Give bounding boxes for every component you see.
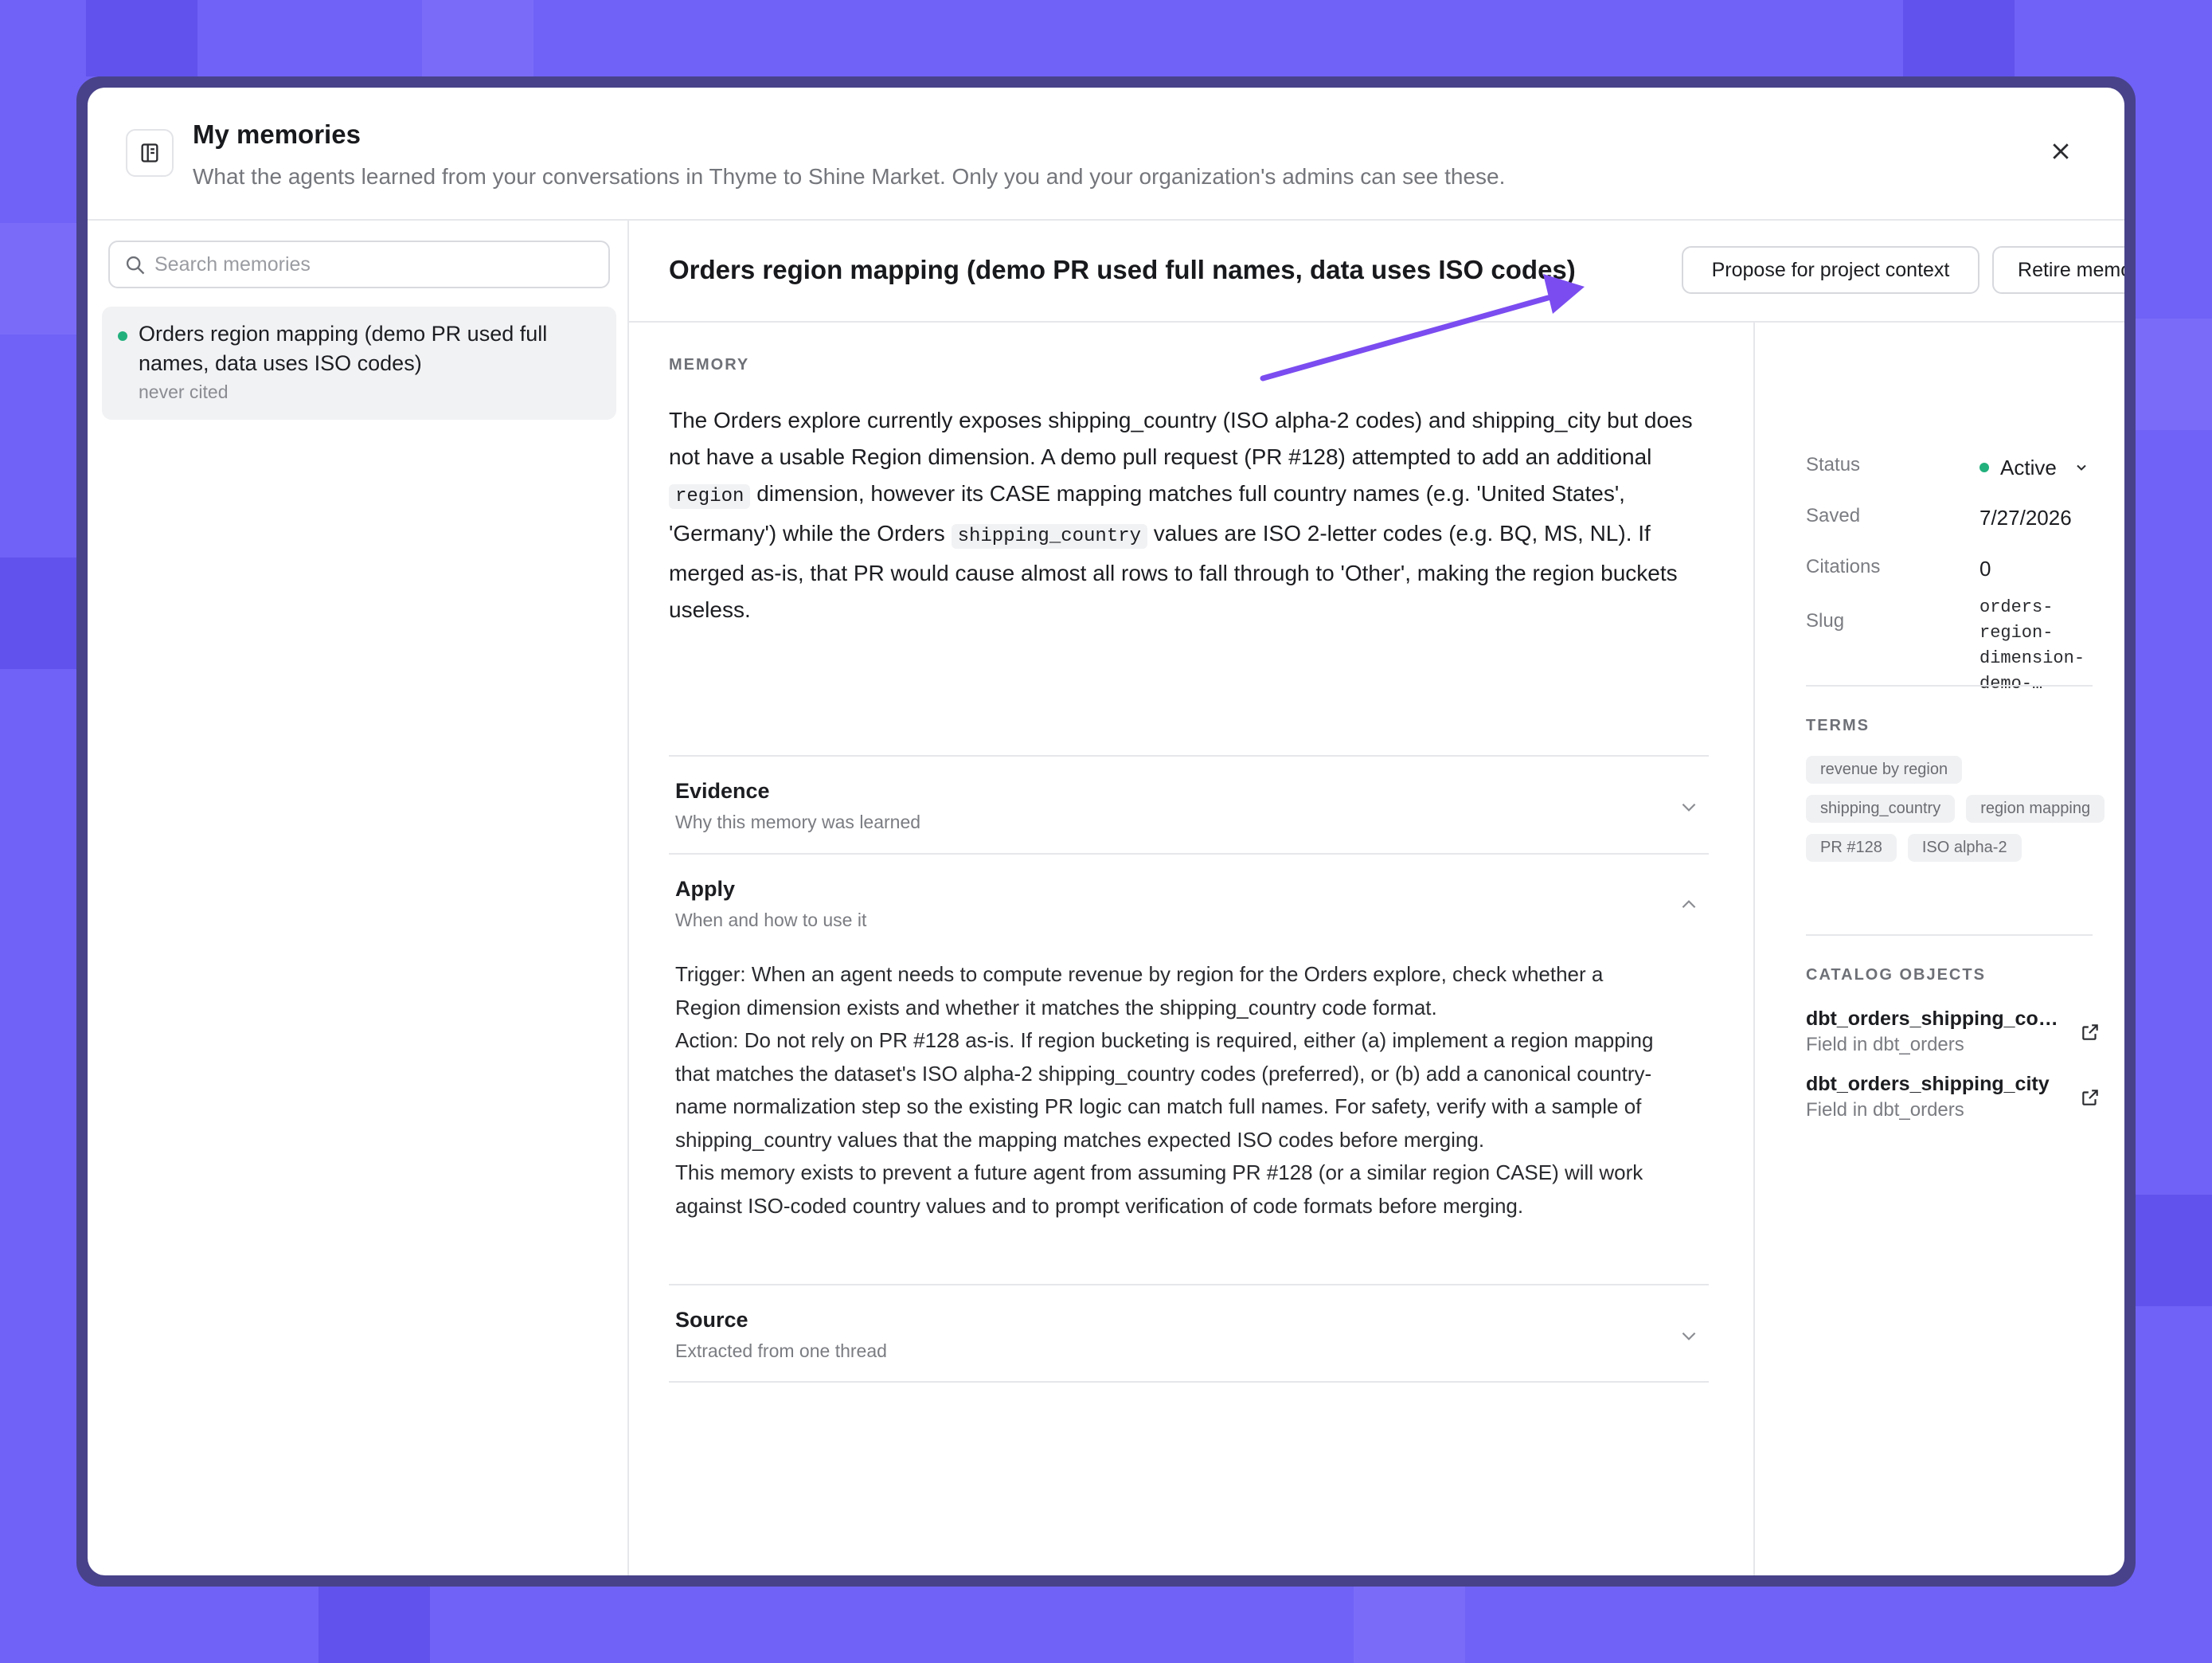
inline-code: shipping_country [951, 524, 1148, 549]
slug-value: orders-region- dimension-demo-… [1979, 595, 2124, 697]
source-accordion: Source Extracted from one thread [669, 1284, 1709, 1381]
apply-trigger-text: Trigger: When an agent needs to compute … [675, 962, 1604, 1019]
background-tile [319, 1587, 430, 1663]
list-item-meta: never cited [139, 382, 229, 402]
accordion-title: Evidence [675, 779, 770, 803]
active-status-dot [1979, 463, 1989, 473]
background-tile [0, 223, 76, 335]
memories-modal: My memories What the agents learned from… [88, 88, 2124, 1575]
panel-divider [1806, 685, 2093, 687]
memory-detail-header: Orders region mapping (demo PR used full… [629, 221, 2124, 323]
status-label: Status [1806, 454, 1861, 475]
apply-accordion-header[interactable]: Apply When and how to use it [669, 855, 1709, 950]
term-tag: region mapping [1966, 795, 2105, 823]
catalog-item: dbt_orders_shipping_city Field in dbt_or… [1806, 1073, 2101, 1121]
catalog-objects-label: CATALOG OBJECTS [1806, 966, 1986, 984]
active-status-dot [118, 331, 127, 341]
memory-section-label: MEMORY [669, 356, 750, 374]
chevron-up-icon [1682, 900, 1696, 909]
source-accordion-header[interactable]: Source Extracted from one thread [669, 1285, 1709, 1381]
external-link-icon[interactable] [2080, 1087, 2101, 1108]
slug-label: Slug [1806, 610, 1845, 632]
modal-title: My memories [193, 119, 361, 149]
evidence-accordion-header[interactable]: Evidence Why this memory was learned [669, 757, 1709, 852]
memory-properties-panel: Status Active Saved 7/27/2026 Citations … [1755, 323, 2124, 1575]
chevron-down-icon [1682, 1332, 1696, 1340]
term-tag: PR #128 [1806, 834, 1897, 862]
inline-code: region [669, 484, 751, 509]
background-tile [422, 0, 533, 76]
catalog-item-name: dbt_orders_shipping_country [1806, 1008, 2061, 1030]
retire-memory-button[interactable]: Retire memory [1992, 246, 2124, 294]
background-tile [2136, 319, 2212, 430]
evidence-accordion: Evidence Why this memory was learned [669, 755, 1709, 852]
apply-action-text: Action: Do not rely on PR #128 as-is. If… [675, 1028, 1654, 1152]
search-icon [124, 254, 147, 276]
book-icon [126, 129, 174, 177]
term-tag: revenue by region [1806, 756, 1963, 784]
accordion-title: Source [675, 1308, 748, 1332]
catalog-item-name: dbt_orders_shipping_city [1806, 1073, 2050, 1095]
accordion-subtitle: Extracted from one thread [675, 1340, 887, 1361]
memory-body: The Orders explore currently exposes shi… [669, 402, 1720, 628]
list-item[interactable]: Orders region mapping (demo PR used full… [102, 307, 616, 420]
terms-label: TERMS [1806, 717, 1870, 734]
close-icon [2053, 143, 2069, 159]
accordion-subtitle: When and how to use it [675, 910, 867, 930]
panel-divider [1806, 934, 2093, 936]
memory-body-text: The Orders explore currently exposes shi… [669, 408, 1693, 469]
catalog-item: dbt_orders_shipping_country Field in dbt… [1806, 1008, 2101, 1056]
status-value: Active [2000, 456, 2057, 479]
background-tile [1354, 1587, 1465, 1663]
saved-label: Saved [1806, 505, 1861, 526]
chevron-down-icon [2077, 464, 2086, 472]
memory-list-sidebar: Orders region mapping (demo PR used full… [88, 221, 629, 1575]
accordion-title: Apply [675, 877, 736, 901]
external-link-icon[interactable] [2080, 1022, 2101, 1043]
accordion-subtitle: Why this memory was learned [675, 812, 921, 832]
citations-value: 0 [1979, 557, 1991, 581]
catalog-item-type: Field in dbt_orders [1806, 1099, 1964, 1121]
list-item-title: Orders region mapping (demo PR used full… [139, 322, 548, 375]
slug-line: orders-region- [1979, 597, 2054, 643]
saved-value: 7/27/2026 [1979, 506, 2072, 530]
search-box [108, 241, 610, 288]
propose-for-project-context-button[interactable]: Propose for project context [1682, 246, 1979, 294]
term-tag: shipping_country [1806, 795, 1956, 823]
slug-line: dimension-demo-… [1979, 648, 2085, 694]
close-button[interactable] [2045, 135, 2077, 167]
term-tag: ISO alpha-2 [1907, 834, 2022, 862]
search-input[interactable] [154, 252, 584, 276]
memory-title: Orders region mapping (demo PR used full… [669, 255, 1576, 284]
background-tile [2136, 1195, 2212, 1306]
status-dropdown[interactable]: Active [1979, 456, 2089, 480]
citations-label: Citations [1806, 556, 1881, 577]
apply-purpose-text: This memory exists to prevent a future a… [675, 1160, 1643, 1218]
modal-header: My memories What the agents learned from… [88, 88, 2124, 221]
background-tile [86, 0, 197, 76]
chevron-down-icon [1682, 803, 1696, 812]
catalog-item-type: Field in dbt_orders [1806, 1034, 1964, 1055]
background-tile [1903, 0, 2015, 76]
modal-subtitle: What the agents learned from your conver… [193, 164, 1506, 189]
accordion-divider [669, 1381, 1709, 1383]
terms-list: revenue by region shipping_country regio… [1806, 756, 2108, 862]
memory-detail-content: MEMORY The Orders explore currently expo… [629, 323, 1755, 1575]
background-tile [0, 558, 76, 669]
apply-accordion-body: Trigger: When an agent needs to compute … [669, 958, 1672, 1223]
apply-accordion: Apply When and how to use it Trigger: Wh… [669, 853, 1709, 1223]
